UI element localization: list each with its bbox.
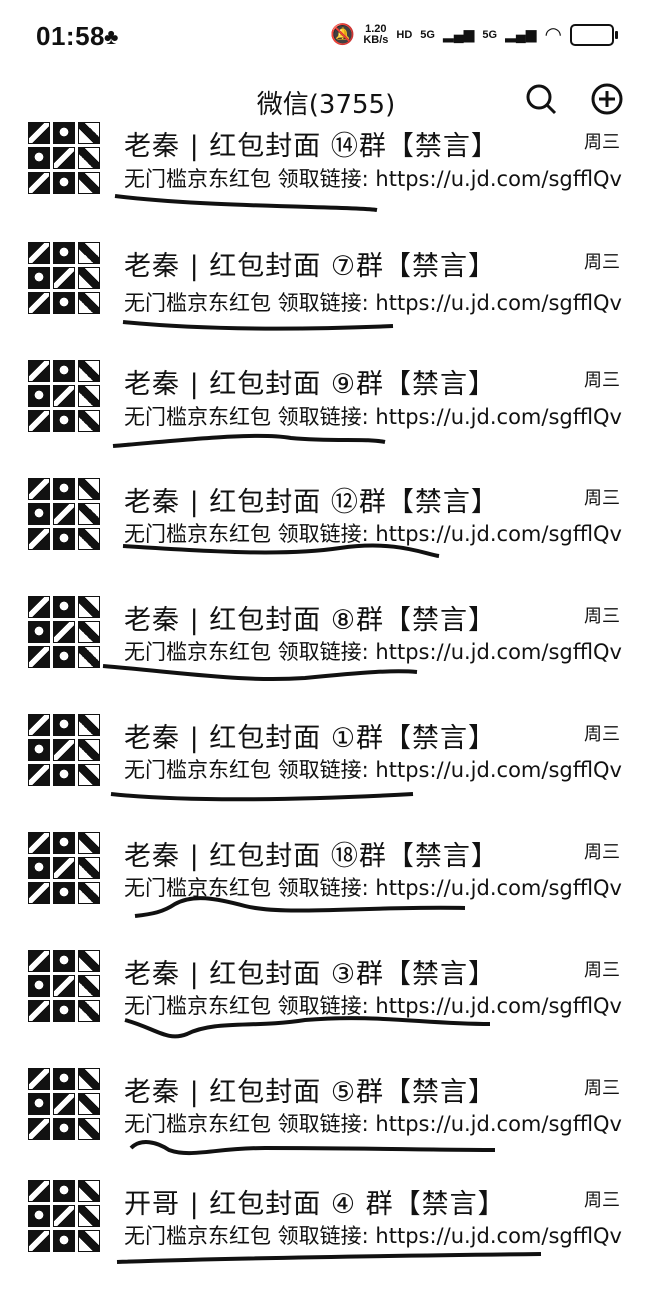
chat-time: 周三 bbox=[584, 132, 620, 153]
chat-title: 老秦 | 红包封面 ⑭群【禁言】 bbox=[124, 131, 499, 162]
chat-time: 周三 bbox=[584, 1078, 620, 1099]
chat-row[interactable]: 老秦 | 红包封面 ⑤群【禁言】 周三 无门槛京东红包 领取链接: https:… bbox=[0, 1060, 652, 1178]
chat-title: 老秦 | 红包封面 ⑦群【禁言】 bbox=[124, 251, 497, 282]
group-avatar bbox=[28, 1180, 100, 1252]
chat-title: 老秦 | 红包封面 ⑧群【禁言】 bbox=[124, 605, 497, 636]
handwritten-underline bbox=[134, 896, 466, 918]
network-label-1: 5G bbox=[420, 28, 435, 41]
handwritten-underline bbox=[122, 543, 440, 558]
group-avatar bbox=[28, 832, 100, 904]
handwritten-underline bbox=[129, 1140, 496, 1156]
chat-time: 周三 bbox=[584, 252, 620, 273]
chat-title: 老秦 | 红包封面 ①群【禁言】 bbox=[124, 723, 497, 754]
group-avatar bbox=[28, 596, 100, 668]
chat-row[interactable]: 老秦 | 红包封面 ⑨群【禁言】 周三 无门槛京东红包 领取链接: https:… bbox=[0, 352, 652, 470]
chat-time: 周三 bbox=[584, 960, 620, 981]
chat-title: 开哥 | 红包封面 ④ 群【禁言】 bbox=[124, 1189, 506, 1220]
chat-title: 老秦 | 红包封面 ⑱群【禁言】 bbox=[124, 841, 499, 872]
chat-row[interactable]: 老秦 | 红包封面 ⑫群【禁言】 周三 无门槛京东红包 领取链接: https:… bbox=[0, 470, 652, 588]
handwritten-underline bbox=[116, 1252, 542, 1264]
chat-time: 周三 bbox=[584, 370, 620, 391]
chat-time: 周三 bbox=[584, 606, 620, 627]
chat-row[interactable]: 老秦 | 红包封面 ⑧群【禁言】 周三 无门槛京东红包 领取链接: https:… bbox=[0, 588, 652, 706]
signal-icon: ▂▄▆ bbox=[442, 26, 475, 42]
group-avatar bbox=[28, 714, 100, 786]
wifi-icon: ◠ bbox=[544, 24, 562, 46]
chat-time: 周三 bbox=[584, 488, 620, 509]
status-right: 🔕 1.20 KB/s HD 5G ▂▄▆ 5G ▂▄▆ ◠ bbox=[330, 22, 618, 47]
chat-title: 老秦 | 红包封面 ③群【禁言】 bbox=[124, 959, 497, 990]
battery-icon bbox=[570, 23, 618, 46]
handwritten-underline bbox=[112, 433, 386, 448]
chat-time: 周三 bbox=[584, 842, 620, 863]
group-avatar bbox=[28, 242, 100, 314]
add-icon[interactable] bbox=[590, 82, 624, 116]
group-avatar bbox=[28, 478, 100, 550]
network-speed: 1.20 KB/s bbox=[363, 22, 389, 46]
hd-label: HD bbox=[396, 28, 413, 41]
group-avatar bbox=[28, 122, 100, 194]
chat-row[interactable]: 开哥 | 红包封面 ④ 群【禁言】 周三 无门槛京东红包 领取链接: https… bbox=[0, 1178, 652, 1296]
handwritten-underline bbox=[114, 194, 378, 212]
chat-row[interactable]: 老秦 | 红包封面 ⑱群【禁言】 周三 无门槛京东红包 领取链接: https:… bbox=[0, 824, 652, 942]
chat-title: 老秦 | 红包封面 ⑨群【禁言】 bbox=[124, 369, 497, 400]
network-speed-unit: KB/s bbox=[363, 33, 389, 46]
chat-row[interactable]: 老秦 | 红包封面 ①群【禁言】 周三 无门槛京东红包 领取链接: https:… bbox=[0, 706, 652, 824]
handwritten-underline bbox=[124, 1016, 491, 1039]
chat-time: 周三 bbox=[584, 1190, 620, 1211]
mute-bell-icon: 🔕 bbox=[330, 24, 356, 46]
group-avatar bbox=[28, 1068, 100, 1140]
network-speed-value: 1.20 bbox=[365, 22, 387, 35]
chat-row[interactable]: 老秦 | 红包封面 ⑭群【禁言】 周三 无门槛京东红包 领取链接: https:… bbox=[0, 116, 652, 234]
status-bar: 01:58 ♣ 🔕 1.20 KB/s HD 5G ▂▄▆ 5G ▂▄▆ ◠ bbox=[0, 0, 652, 72]
chat-title: 老秦 | 红包封面 ⑤群【禁言】 bbox=[124, 1077, 497, 1108]
network-label-2: 5G bbox=[482, 28, 498, 41]
chat-row[interactable]: 老秦 | 红包封面 ③群【禁言】 周三 无门槛京东红包 领取链接: https:… bbox=[0, 942, 652, 1060]
chat-title: 老秦 | 红包封面 ⑫群【禁言】 bbox=[124, 487, 499, 518]
handwritten-underline bbox=[110, 792, 414, 802]
chat-time: 周三 bbox=[584, 724, 620, 745]
handwritten-underline bbox=[122, 320, 394, 331]
search-icon[interactable] bbox=[524, 82, 558, 116]
handwritten-underline bbox=[102, 664, 418, 682]
chat-row[interactable]: 老秦 | 红包封面 ⑦群【禁言】 周三 无门槛京东红包 领取链接: https:… bbox=[0, 234, 652, 352]
group-avatar bbox=[28, 950, 100, 1022]
clover-icon: ♣ bbox=[104, 24, 119, 49]
group-avatar bbox=[28, 360, 100, 432]
signal-icon-2: ▂▄▆ bbox=[505, 26, 537, 42]
status-time: 01:58 bbox=[36, 21, 105, 51]
